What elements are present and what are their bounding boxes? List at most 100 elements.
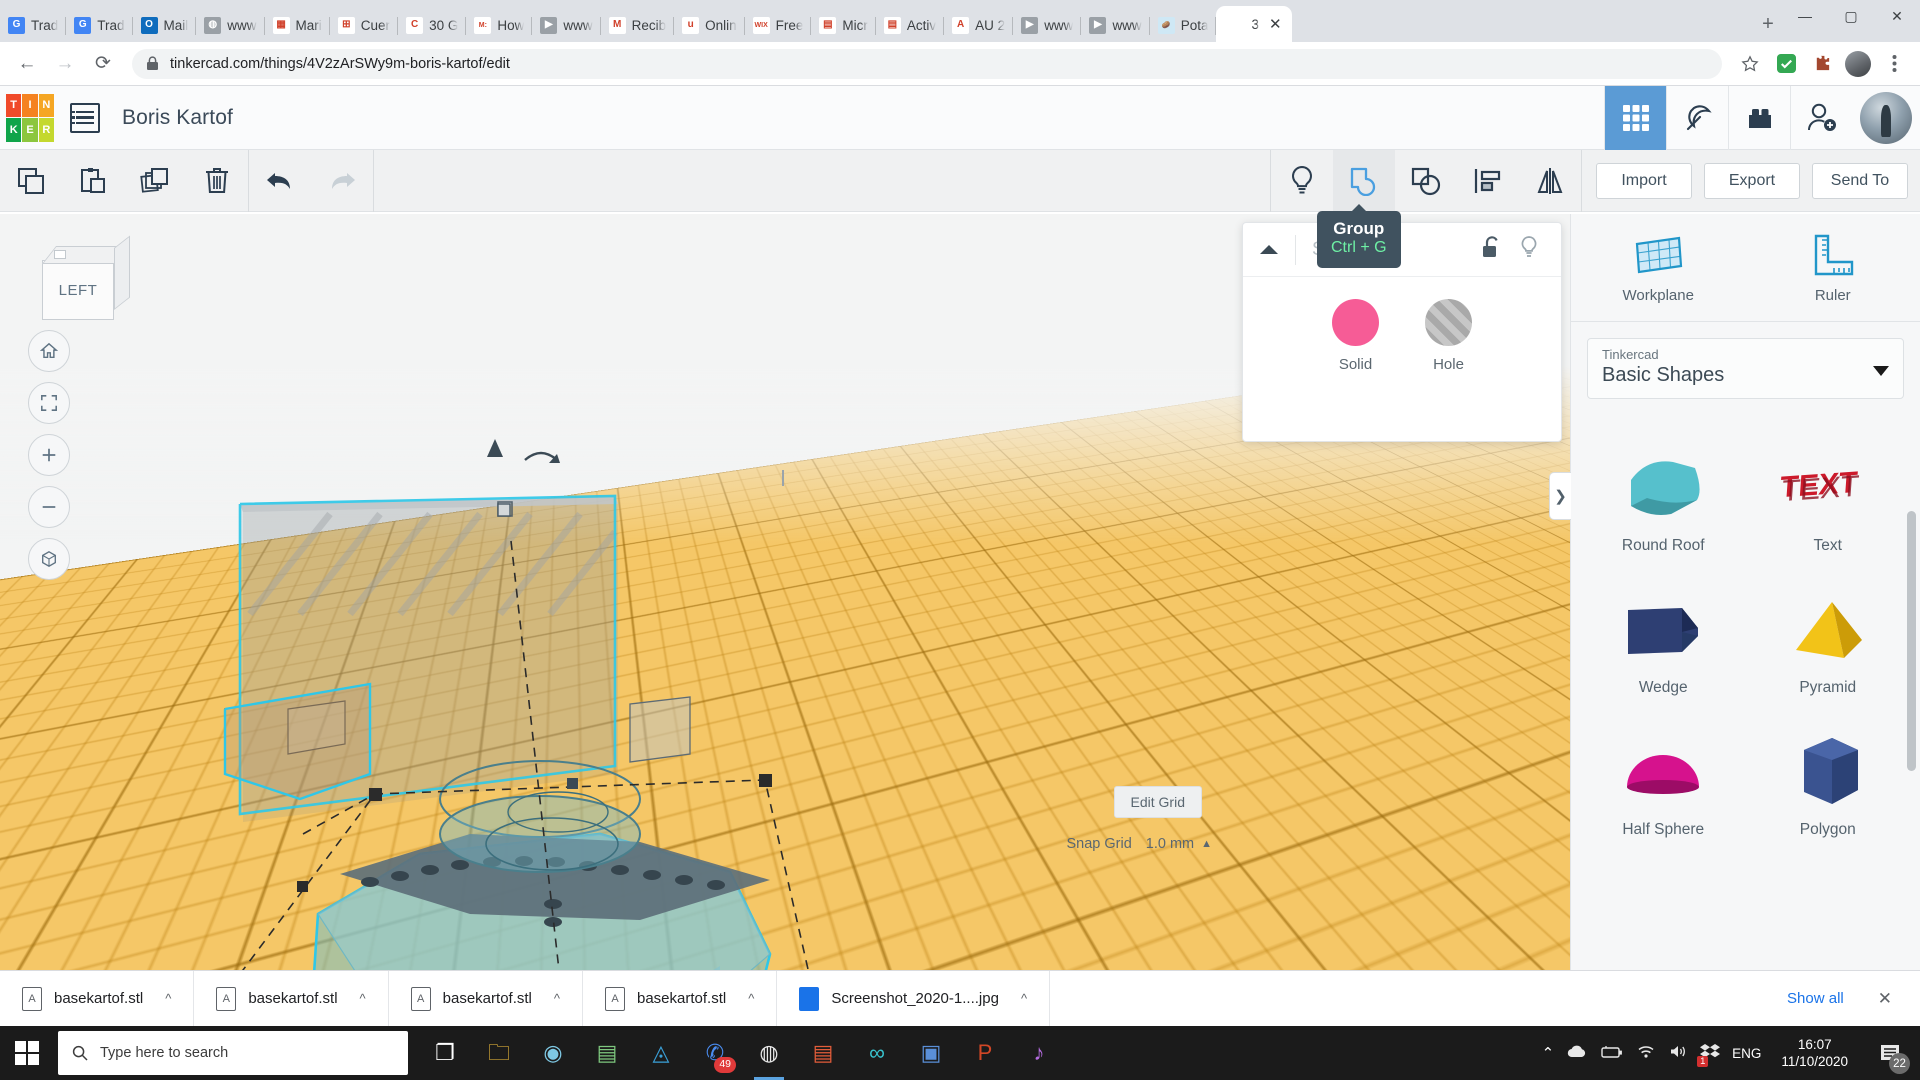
active-browser-tab[interactable]: 3 ✕ <box>1216 6 1291 42</box>
shape-gallery[interactable]: Round RoofTEXTTEXT Text Wedge Pyramid Ha… <box>1571 415 1920 970</box>
browser-tab[interactable]: M: How <box>466 8 532 42</box>
browser-tab[interactable]: A AU 2 <box>944 8 1013 42</box>
download-item[interactable]: A basekartof.stl ^ <box>389 971 583 1027</box>
snap-grid-value-wrap[interactable]: 1.0 mm ▲ <box>1146 836 1212 852</box>
infinity-icon[interactable]: ∞ <box>850 1026 904 1080</box>
undo-icon[interactable] <box>249 150 311 212</box>
downloads-close-button[interactable]: ✕ <box>1866 989 1904 1009</box>
copy-icon[interactable] <box>0 150 62 212</box>
unlock-icon[interactable] <box>1481 235 1503 264</box>
solid-swatch[interactable] <box>1332 299 1379 346</box>
mirror-icon[interactable] <box>1519 150 1581 212</box>
messenger-icon[interactable]: ✆ 49 <box>688 1026 742 1080</box>
taskbar-search[interactable]: Type here to search <box>58 1031 408 1075</box>
download-item[interactable]: A basekartof.stl ^ <box>583 971 777 1027</box>
browser-tab[interactable]: ▶ www <box>532 8 600 42</box>
forward-button[interactable]: → <box>48 47 82 81</box>
browser-tab[interactable]: ▤ Micr <box>811 8 876 42</box>
edit-grid-button[interactable]: Edit Grid <box>1114 786 1202 818</box>
shape-item[interactable]: TEXTTEXT Text <box>1746 419 1911 561</box>
browser-tab[interactable]: M Recib <box>601 8 675 42</box>
steam-icon[interactable]: ◉ <box>526 1026 580 1080</box>
hole-swatch[interactable] <box>1425 299 1472 346</box>
show-all-button[interactable]: Show all <box>1771 982 1860 1015</box>
alienware-icon[interactable]: ◬ <box>634 1026 688 1080</box>
browser-tab[interactable]: ▤ Activ <box>876 8 944 42</box>
browser-tab[interactable]: ◍ www <box>196 8 264 42</box>
duplicate-icon[interactable] <box>124 150 186 212</box>
add-person-icon[interactable] <box>1790 86 1852 150</box>
browser-tab[interactable]: u Onlin <box>674 8 745 42</box>
download-menu-caret-icon[interactable]: ^ <box>748 991 754 1006</box>
reload-button[interactable]: ⟳ <box>86 47 120 81</box>
paste-icon[interactable] <box>62 150 124 212</box>
volume-icon[interactable] <box>1668 1044 1688 1062</box>
download-item[interactable]: A basekartof.stl ^ <box>0 971 194 1027</box>
notification-center-button[interactable]: 22 <box>1868 1026 1912 1080</box>
ungroup-icon[interactable] <box>1395 150 1457 212</box>
align-icon[interactable] <box>1457 150 1519 212</box>
shape-item[interactable]: Pyramid <box>1746 561 1911 703</box>
onedrive-icon[interactable] <box>1566 1044 1588 1062</box>
browser-tab[interactable]: ▶ www <box>1081 8 1149 42</box>
send-to-button[interactable]: Send To <box>1812 163 1908 199</box>
maximize-button[interactable]: ▢ <box>1828 0 1874 32</box>
download-item[interactable]: A basekartof.stl ^ <box>194 971 388 1027</box>
download-menu-caret-icon[interactable]: ^ <box>1021 991 1027 1006</box>
profile-avatar[interactable] <box>1842 48 1874 80</box>
task-view-icon[interactable]: ❐ <box>418 1026 472 1080</box>
browser-tab[interactable]: G Trad <box>66 8 132 42</box>
browser-tab[interactable]: G Trad <box>0 8 66 42</box>
extensions-puzzle-icon[interactable] <box>1806 48 1838 80</box>
extension-check-icon[interactable] <box>1770 48 1802 80</box>
download-menu-caret-icon[interactable]: ^ <box>165 991 171 1006</box>
three-dot-menu-icon[interactable] <box>1878 48 1910 80</box>
tray-chevron-icon[interactable]: ⌃ <box>1542 1044 1555 1062</box>
browser-tab[interactable]: WIX Free <box>745 8 812 42</box>
chrome-icon[interactable]: ◍ <box>742 1026 796 1080</box>
shape-item[interactable]: Wedge <box>1581 561 1746 703</box>
lightbulb-icon[interactable] <box>1271 150 1333 212</box>
redo-icon[interactable] <box>311 150 373 212</box>
new-tab-button[interactable]: + <box>1754 10 1782 38</box>
music-icon[interactable]: ♪ <box>1012 1026 1066 1080</box>
taskbar-clock[interactable]: 16:07 11/10/2020 <box>1773 1036 1856 1071</box>
close-tab-icon[interactable]: ✕ <box>1269 17 1282 32</box>
browser-tab[interactable]: ▦ Mari <box>265 8 330 42</box>
wifi-icon[interactable] <box>1636 1044 1656 1062</box>
export-button[interactable]: Export <box>1704 163 1800 199</box>
shape-item[interactable]: Polygon <box>1746 703 1911 845</box>
dropbox-icon[interactable]: 1 <box>1700 1043 1720 1064</box>
download-menu-caret-icon[interactable]: ^ <box>360 991 366 1006</box>
store-icon[interactable]: ▤ <box>580 1026 634 1080</box>
sidebar-collapse-handle[interactable]: ❯ <box>1549 472 1571 520</box>
user-avatar[interactable] <box>1860 92 1912 144</box>
download-item[interactable]: Screenshot_2020-1....jpg ^ <box>777 971 1050 1027</box>
workplane-tool[interactable]: Workplane <box>1571 214 1746 321</box>
lightbulb-icon[interactable] <box>1519 235 1539 264</box>
import-button[interactable]: Import <box>1596 163 1692 199</box>
minimize-button[interactable]: — <box>1782 0 1828 32</box>
pdf-icon[interactable]: ▤ <box>796 1026 850 1080</box>
close-window-button[interactable]: ✕ <box>1874 0 1920 32</box>
ruler-tool[interactable]: Ruler <box>1746 214 1920 321</box>
shape-item[interactable]: Round Roof <box>1581 419 1746 561</box>
solid-option[interactable]: Solid <box>1332 299 1379 373</box>
design-title[interactable]: Boris Kartof <box>122 106 233 130</box>
battery-icon[interactable] <box>1600 1045 1624 1062</box>
browser-tab[interactable]: ▶ www <box>1013 8 1081 42</box>
design-list-icon[interactable] <box>70 103 100 133</box>
sidebar-scrollbar[interactable] <box>1907 511 1916 771</box>
back-button[interactable]: ← <box>10 47 44 81</box>
download-menu-caret-icon[interactable]: ^ <box>554 991 560 1006</box>
tinkercad-logo[interactable]: TINKER <box>6 94 54 142</box>
brick-icon[interactable] <box>1728 86 1790 150</box>
browser-tab[interactable]: 🥔 Pota <box>1150 8 1217 42</box>
browser-tab[interactable]: O Mail <box>133 8 197 42</box>
shape-library-select[interactable]: Tinkercad Basic Shapes <box>1587 338 1904 399</box>
snap-grid-control[interactable]: Snap Grid 1.0 mm ▲ <box>1066 836 1212 852</box>
collapse-caret-icon[interactable] <box>1243 243 1295 256</box>
blocks-grid-icon[interactable] <box>1604 86 1666 150</box>
browser-tab[interactable]: C 30 G <box>398 8 466 42</box>
address-bar[interactable]: tinkercad.com/things/4V2zArSWy9m-boris-k… <box>132 49 1722 79</box>
